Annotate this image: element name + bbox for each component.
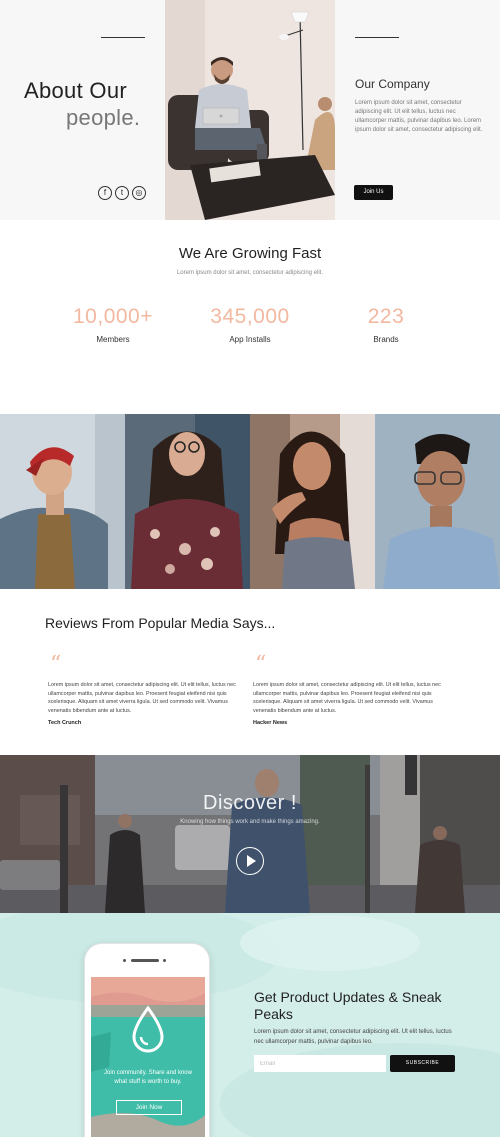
stat-value: 345,000 bbox=[210, 305, 290, 328]
hero-title-line2: people. bbox=[66, 105, 141, 130]
phone-speaker bbox=[131, 959, 159, 962]
discover-subtitle: Knowing how things work and make things … bbox=[180, 819, 320, 825]
review-card: “ Lorem ipsum dolor sit amet, consectetu… bbox=[48, 652, 238, 727]
hero-title-line1: About Our bbox=[24, 78, 127, 103]
review-source: Tech Crunch bbox=[48, 720, 82, 727]
company-description: Lorem ipsum dolor sit amet, consectetur … bbox=[355, 100, 483, 133]
discover-title: Discover ! bbox=[203, 792, 297, 814]
play-video-button[interactable] bbox=[236, 847, 264, 875]
join-us-button[interactable]: Join Us bbox=[354, 185, 393, 200]
stat-label: Brands bbox=[373, 335, 399, 344]
stat-members: 10,000+ Members bbox=[38, 305, 188, 344]
phone-sensor bbox=[163, 959, 166, 962]
about-hero: About Our people. f t ◎ Our Company Lore… bbox=[0, 0, 500, 220]
updates-title: Get Product Updates & Sneak Peaks bbox=[254, 989, 442, 1022]
company-block: Our Company Lorem ipsum dolor sit amet, … bbox=[335, 0, 500, 220]
review-card: “ Lorem ipsum dolor sit amet, consectetu… bbox=[253, 652, 443, 727]
review-text: Lorem ipsum dolor sit amet, consectetur … bbox=[253, 682, 441, 714]
play-icon bbox=[247, 855, 256, 867]
decorative-divider bbox=[101, 37, 145, 38]
company-heading: Our Company bbox=[355, 77, 430, 91]
person-photo-red-cap bbox=[0, 414, 125, 589]
stat-label: App Installs bbox=[229, 335, 271, 344]
hero-photo-illustration bbox=[165, 0, 335, 220]
quote-icon: “ bbox=[50, 652, 62, 677]
person-photo-glasses-woman bbox=[125, 414, 250, 589]
street-scene-background bbox=[0, 755, 500, 913]
hero-photo-man-with-laptop bbox=[165, 0, 335, 220]
product-updates-section: Join community. Share and know what stuf… bbox=[0, 913, 500, 1137]
people-photo-strip bbox=[0, 414, 500, 589]
instagram-icon[interactable]: ◎ bbox=[132, 186, 146, 200]
stat-brands: 223 Brands bbox=[311, 305, 461, 344]
join-now-button[interactable]: Join Now bbox=[116, 1100, 182, 1115]
phone-screen-text: Join community. Share and know what stuf… bbox=[104, 1070, 192, 1085]
phone-camera bbox=[123, 959, 126, 962]
watercolor-background bbox=[0, 913, 500, 1137]
discover-video-banner: Discover ! Knowing how things work and m… bbox=[0, 755, 500, 913]
email-field[interactable] bbox=[254, 1055, 386, 1072]
review-source: Hacker News bbox=[253, 720, 288, 727]
phone-screen: Join community. Share and know what stuf… bbox=[91, 977, 205, 1137]
twitter-icon[interactable]: t bbox=[115, 186, 129, 200]
decorative-divider bbox=[355, 37, 399, 38]
stat-app-installs: 345,000 App Installs bbox=[175, 305, 325, 344]
facebook-icon[interactable]: f bbox=[98, 186, 112, 200]
phone-mockup: Join community. Share and know what stuf… bbox=[84, 943, 210, 1137]
subscribe-button[interactable]: SUBSCRIBE bbox=[390, 1055, 455, 1072]
water-drop-icon bbox=[132, 1005, 164, 1053]
stat-value: 10,000+ bbox=[73, 305, 153, 328]
stat-label: Members bbox=[96, 335, 130, 344]
updates-description: Lorem ipsum dolor sit amet, consectetur … bbox=[254, 1029, 452, 1045]
person-photo-woman-brown-hair bbox=[250, 414, 375, 589]
quote-icon: “ bbox=[255, 652, 267, 677]
hero-heading-block: About Our people. f t ◎ bbox=[0, 0, 165, 220]
stats-title: We Are Growing Fast bbox=[178, 245, 322, 262]
review-text: Lorem ipsum dolor sit amet, consectetur … bbox=[48, 682, 236, 714]
person-photo-man-glasses bbox=[375, 414, 500, 589]
stats-subtitle: Lorem ipsum dolor sit amet, consectetur … bbox=[176, 270, 324, 276]
reviews-title: Reviews From Popular Media Says... bbox=[45, 615, 276, 631]
stat-value: 223 bbox=[367, 305, 405, 328]
